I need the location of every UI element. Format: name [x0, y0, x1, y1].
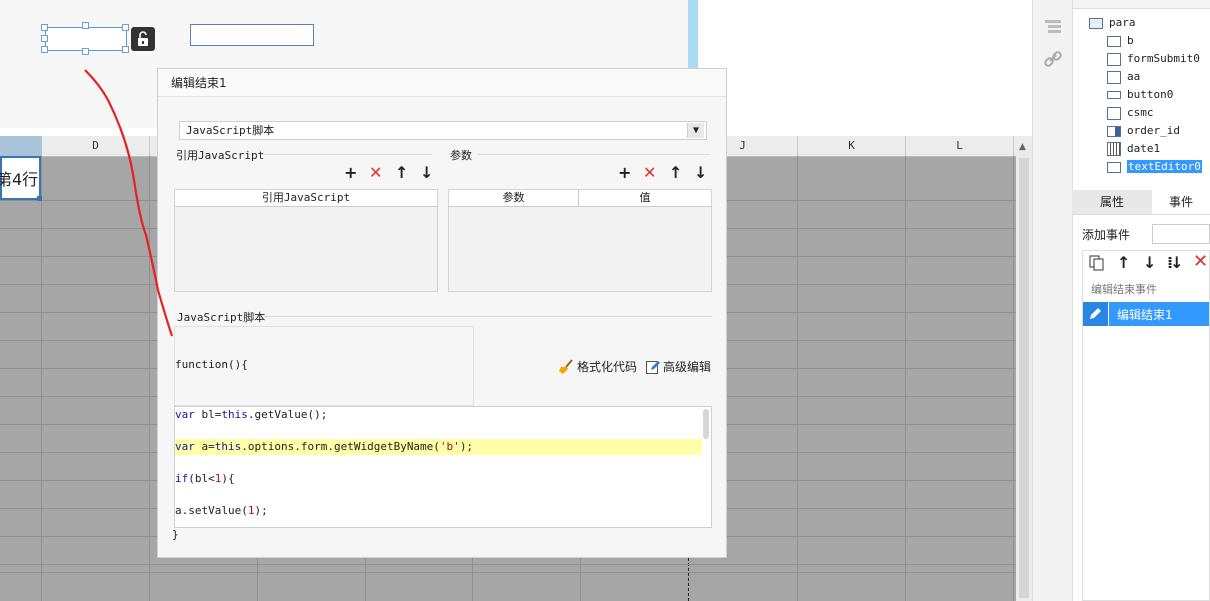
add-event-label: 添加事件 [1082, 228, 1131, 242]
ref-js-column-header[interactable]: 引用JavaScript [175, 190, 437, 207]
submit-icon [1107, 52, 1121, 66]
resize-handle[interactable] [41, 46, 48, 53]
divider [478, 154, 710, 155]
tree-item-formsubmit0[interactable]: formSubmit0 [1107, 51, 1200, 67]
event-list: ↑ ↓ ⁞↓ ✕ 编辑结束事件 编辑结束1 [1082, 250, 1210, 601]
selected-column-header [0, 136, 42, 156]
tree-item-date1[interactable]: date1 [1107, 141, 1160, 157]
format-code-button[interactable]: 格式化代码 [558, 358, 637, 375]
tree-item-order-id[interactable]: order_id [1107, 123, 1180, 139]
param-down-icon[interactable]: ↓ [694, 165, 707, 181]
copy-icon[interactable] [1089, 255, 1105, 271]
script-section-label: JavaScript脚本 [177, 311, 266, 324]
move-up-icon[interactable]: ↑ [395, 165, 408, 181]
button-icon [1107, 91, 1121, 99]
widget-list-icon[interactable] [1043, 18, 1063, 34]
event-item-selected[interactable]: 编辑结束1 [1083, 302, 1209, 326]
add-icon[interactable]: + [344, 165, 357, 181]
tab-properties[interactable]: 属性 [1072, 190, 1152, 214]
side-toolbar [1032, 0, 1073, 601]
scroll-up-icon[interactable]: ▲ [1019, 142, 1026, 152]
grid-line [0, 572, 1016, 573]
ref-js-label: 引用JavaScript [176, 149, 265, 162]
form-icon [1089, 17, 1103, 29]
grid-line [797, 156, 798, 601]
ref-js-table[interactable]: 引用JavaScript [174, 189, 438, 292]
grid-line [1013, 156, 1014, 601]
tree-item-aa[interactable]: aa [1107, 69, 1140, 85]
tree-item-para[interactable]: para [1089, 15, 1136, 31]
selected-cell[interactable]: 第4行 [0, 156, 42, 201]
column-header-d[interactable]: D [42, 136, 150, 156]
params-label: 参数 [450, 149, 472, 162]
scrollbar-thumb[interactable] [1019, 158, 1029, 598]
chevron-down-icon[interactable]: ▼ [687, 123, 704, 138]
column-header-l[interactable]: L [906, 136, 1014, 156]
tree-item-texteditor0[interactable]: textEditor0 [1107, 159, 1202, 175]
code-line-2: var a=this.options.form.getWidgetByName(… [175, 439, 702, 455]
move-up-icon[interactable]: ↑ [1117, 255, 1130, 271]
grid-line [0, 564, 1016, 565]
delete-param-icon[interactable]: ✕ [643, 165, 656, 181]
dropdown-icon [1107, 125, 1121, 137]
params-table[interactable]: 参数 值 [448, 189, 712, 292]
resize-handle[interactable] [41, 35, 48, 42]
divider [264, 316, 712, 317]
divider [261, 154, 432, 155]
vertical-scrollbar[interactable]: ▲ [1016, 136, 1032, 601]
code-line-3: if(bl<1){ [175, 472, 235, 485]
grid-line [41, 156, 42, 601]
code-scrollbar[interactable] [703, 409, 709, 439]
cell-text: 第4行 [0, 170, 39, 189]
edit-pencil-icon[interactable] [1083, 302, 1109, 326]
tab-events[interactable]: 事件 [1152, 190, 1210, 214]
resize-handle[interactable] [82, 22, 89, 29]
edit-event-dialog: 编辑结束1 JavaScript脚本 ▼ 引用JavaScript 参数 + ✕… [157, 68, 727, 558]
column-header-k[interactable]: K [798, 136, 906, 156]
resize-handle[interactable] [122, 24, 129, 31]
grid-line [149, 156, 150, 601]
dialog-title: 编辑结束1 [158, 69, 726, 97]
param-up-icon[interactable]: ↑ [669, 165, 682, 181]
textbox-icon [1107, 35, 1121, 47]
resize-handle[interactable] [41, 24, 48, 31]
move-down-icon[interactable]: ↓ [1143, 255, 1156, 271]
function-open-text: function(){ [175, 358, 248, 371]
edit-doc-icon [645, 359, 661, 375]
value-column-header[interactable]: 值 [579, 190, 711, 207]
move-down-icon[interactable]: ↓ [420, 165, 433, 181]
code-line-4: a.setValue(1); [175, 504, 268, 517]
broom-icon [558, 358, 574, 375]
tree-item-button0[interactable]: button0 [1107, 87, 1173, 103]
function-close-text: } [172, 528, 179, 541]
add-param-icon[interactable]: + [618, 165, 631, 181]
resize-handle[interactable] [122, 46, 129, 53]
resize-handle[interactable] [82, 48, 89, 55]
code-editor[interactable]: var bl=this.getValue(); var a=this.optio… [174, 406, 712, 528]
delete-icon[interactable]: ✕ [369, 165, 382, 181]
panel-tabs: 属性 事件 [1072, 190, 1210, 215]
param-column-header[interactable]: 参数 [449, 190, 579, 207]
textbox-icon [1107, 161, 1121, 173]
canvas-empty-area [698, 0, 1032, 128]
number-icon [1107, 106, 1121, 120]
panel-top-bar [1073, 0, 1210, 9]
tree-item-csmc[interactable]: csmc [1107, 105, 1154, 121]
fill-handle[interactable] [37, 196, 42, 201]
delete-icon[interactable]: ✕ [1193, 253, 1208, 271]
code-line-1: var bl=this.getValue(); [175, 408, 328, 421]
widget-textbox[interactable] [190, 24, 314, 46]
grid-line [905, 156, 906, 601]
move-bottom-icon[interactable]: ⁞↓ [1167, 255, 1184, 271]
add-event-select[interactable] [1152, 224, 1210, 244]
action-type-select[interactable]: JavaScript脚本 ▼ [179, 121, 707, 140]
calendar-icon [1107, 142, 1121, 156]
link-icon[interactable] [1043, 50, 1063, 68]
tree-item-b[interactable]: b [1107, 33, 1134, 49]
number-icon [1107, 70, 1121, 84]
event-group-label: 编辑结束事件 [1091, 283, 1157, 296]
advanced-edit-button[interactable]: 高级编辑 [645, 358, 711, 375]
unlock-icon[interactable] [131, 27, 155, 51]
